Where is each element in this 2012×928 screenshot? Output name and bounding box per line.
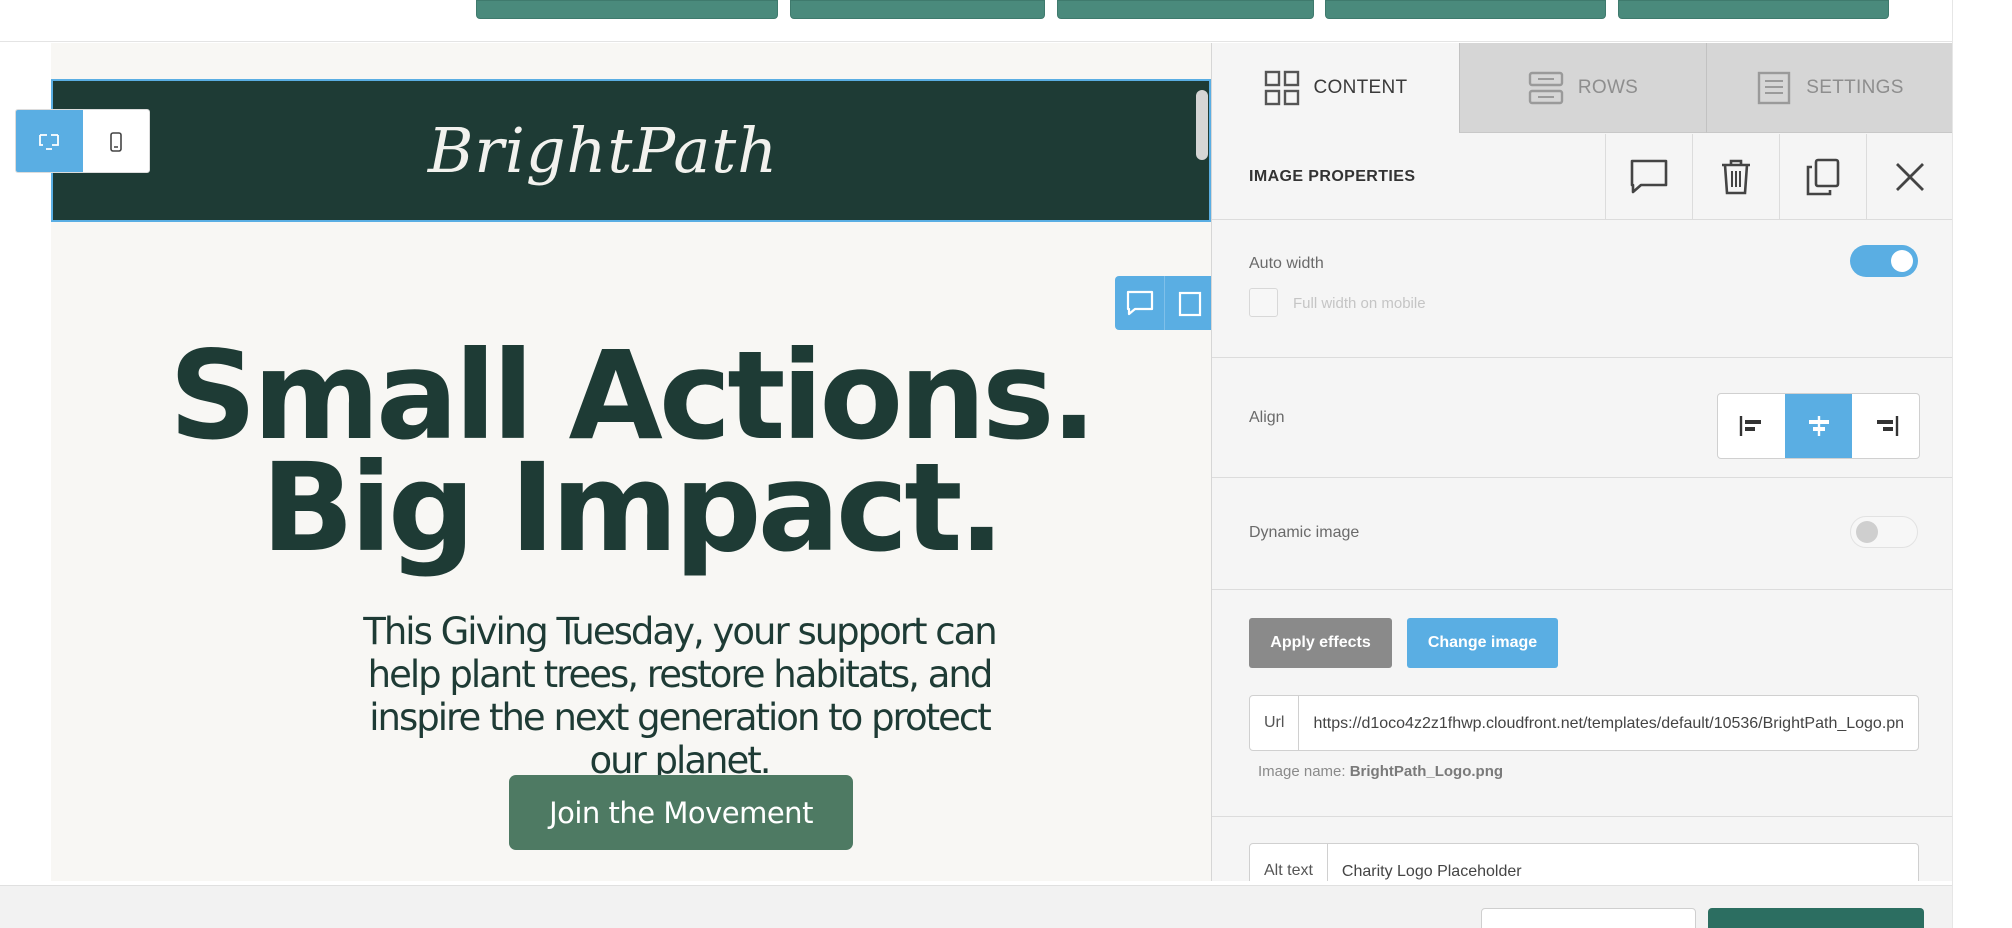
row-toolbar [1115, 276, 1211, 330]
change-image-button[interactable]: Change image [1407, 618, 1558, 668]
settings-list-icon [1758, 71, 1791, 104]
align-section: Align [1212, 358, 1952, 478]
close-icon [1896, 163, 1924, 191]
url-input[interactable] [1299, 696, 1918, 750]
desktop-view-button[interactable] [16, 110, 83, 172]
tab-settings-label: SETTINGS [1806, 76, 1904, 98]
alt-text-label: Alt text [1250, 844, 1328, 881]
duplicate-button[interactable] [1779, 134, 1866, 220]
align-left-icon [1739, 416, 1761, 436]
tab-content[interactable]: CONTENT [1212, 43, 1459, 133]
toolbar-button-2[interactable] [790, 0, 1045, 19]
url-field-label: Url [1250, 696, 1300, 750]
top-toolbar [0, 0, 1952, 42]
brand-logo[interactable]: BrightPath [53, 81, 1153, 221]
align-right-icon [1876, 416, 1898, 436]
url-field: Url [1249, 695, 1919, 751]
close-button[interactable] [1866, 134, 1952, 220]
toolbar-button-3[interactable] [1057, 0, 1314, 19]
auto-width-toggle-knob [1891, 250, 1913, 272]
image-source-section: Apply effects Change image Url Image nam… [1212, 590, 1952, 817]
toolbar-button-1[interactable] [476, 0, 778, 19]
hero-headline[interactable]: Small Actions. Big Impact. [51, 325, 1211, 579]
properties-sidebar: CONTENT ROWS SETTINGS IMAGE PROPERTIES A… [1211, 43, 1952, 881]
grid-icon [1264, 70, 1299, 106]
align-center-button[interactable] [1785, 394, 1852, 458]
trash-icon [1722, 159, 1750, 195]
full-width-mobile-checkbox[interactable] [1249, 288, 1278, 317]
dynamic-image-section: Dynamic image [1212, 478, 1952, 590]
hero-headline-line-2: Big Impact. [261, 437, 1005, 579]
auto-width-toggle[interactable] [1850, 245, 1918, 277]
copy-icon [1806, 158, 1840, 196]
right-edge-strip [1952, 0, 2012, 928]
properties-actions [1605, 134, 1952, 220]
properties-title: IMAGE PROPERTIES [1249, 168, 1416, 185]
tab-rows[interactable]: ROWS [1459, 43, 1706, 133]
align-button-group [1717, 393, 1920, 459]
tab-settings[interactable]: SETTINGS [1706, 43, 1952, 133]
image-name-value: BrightPath_Logo.png [1349, 763, 1504, 780]
email-header-row[interactable]: BrightPath [51, 79, 1211, 222]
mobile-view-button[interactable] [83, 110, 150, 172]
dynamic-image-label: Dynamic image [1249, 524, 1360, 541]
dynamic-image-toggle[interactable] [1850, 516, 1918, 548]
join-movement-button[interactable]: Join the Movement [509, 775, 853, 850]
desktop-icon [39, 134, 60, 150]
image-properties-header: IMAGE PROPERTIES [1212, 134, 1952, 220]
bottom-bar [0, 885, 1952, 928]
comment-icon [1126, 290, 1153, 316]
hero-subtitle[interactable]: This Giving Tuesday, your support can he… [51, 610, 1308, 782]
trash-icon [1178, 291, 1201, 317]
tab-rows-label: ROWS [1577, 76, 1639, 98]
dynamic-image-toggle-knob [1856, 521, 1878, 543]
bottom-primary-button[interactable] [1708, 908, 1924, 928]
auto-width-section: Auto width Full width on mobile [1212, 220, 1952, 358]
apply-effects-button[interactable]: Apply effects [1249, 618, 1392, 668]
tab-content-label: CONTENT [1313, 77, 1408, 98]
row-delete-button[interactable] [1165, 276, 1211, 330]
vertical-scrollbar[interactable] [1196, 90, 1208, 160]
toolbar-button-4[interactable] [1325, 0, 1606, 19]
rows-icon [1528, 71, 1564, 104]
image-name-label: Image name: [1258, 763, 1346, 780]
delete-button[interactable] [1692, 134, 1779, 220]
full-width-mobile-label: Full width on mobile [1293, 295, 1426, 312]
comment-icon [1630, 159, 1668, 194]
hero-headline-line-1: Small Actions. [169, 325, 1097, 467]
align-center-icon [1808, 416, 1829, 436]
auto-width-label: Auto width [1249, 255, 1324, 272]
image-name-line: Image name: BrightPath_Logo.png [1258, 763, 1503, 780]
alt-text-field: Alt text [1249, 843, 1919, 881]
toolbar-button-5[interactable] [1618, 0, 1889, 19]
device-toggle [15, 109, 150, 173]
mobile-icon [109, 132, 122, 152]
align-left-button[interactable] [1718, 394, 1785, 458]
comment-button[interactable] [1605, 134, 1692, 220]
row-comment-button[interactable] [1115, 276, 1165, 330]
sidebar-tabs: CONTENT ROWS SETTINGS [1212, 43, 1952, 133]
align-right-button[interactable] [1852, 394, 1919, 458]
align-label: Align [1249, 409, 1285, 426]
bottom-secondary-button[interactable] [1481, 908, 1696, 928]
alt-text-input[interactable] [1327, 844, 1918, 881]
